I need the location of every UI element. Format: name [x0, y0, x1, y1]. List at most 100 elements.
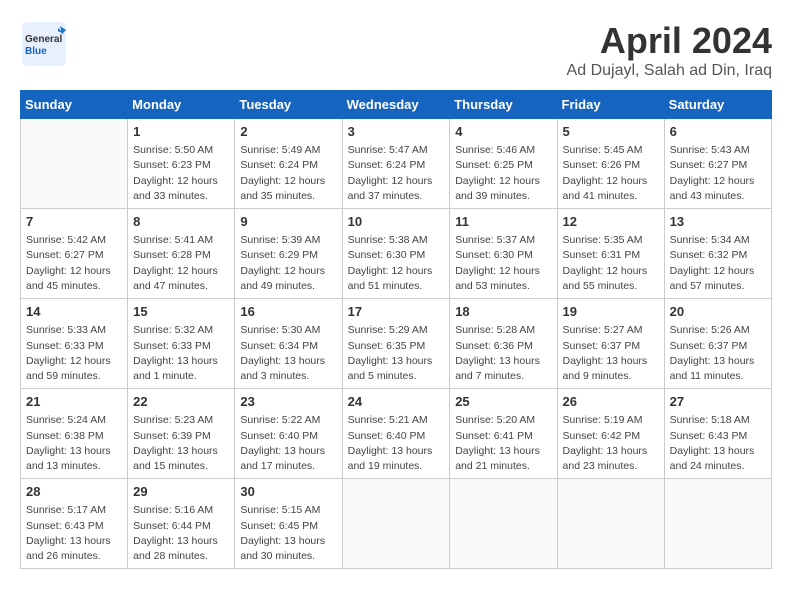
day-info: Sunrise: 5:41 AMSunset: 6:28 PMDaylight:… — [133, 233, 229, 294]
day-info: Sunrise: 5:35 AMSunset: 6:31 PMDaylight:… — [563, 233, 659, 294]
day-info: Sunrise: 5:28 AMSunset: 6:36 PMDaylight:… — [455, 323, 551, 384]
table-row: 17 Sunrise: 5:29 AMSunset: 6:35 PMDayligh… — [342, 299, 450, 389]
col-thursday: Thursday — [450, 91, 557, 119]
day-info: Sunrise: 5:23 AMSunset: 6:39 PMDaylight:… — [133, 413, 229, 474]
day-info: Sunrise: 5:27 AMSunset: 6:37 PMDaylight:… — [563, 323, 659, 384]
calendar-week-row: 14Sunrise: 5:33 AMSunset: 6:33 PMDayligh… — [21, 299, 772, 389]
table-row — [342, 479, 450, 569]
day-info: Sunrise: 5:26 AMSunset: 6:37 PMDaylight:… — [670, 323, 766, 384]
table-row: 2Sunrise: 5:49 AMSunset: 6:24 PMDaylight… — [235, 119, 342, 209]
day-info: Sunrise: 5:50 AMSunset: 6:23 PMDaylight:… — [133, 143, 229, 204]
svg-text:General: General — [25, 34, 62, 45]
day-info: Sunrise: 5:43 AMSunset: 6:27 PMDaylight:… — [670, 143, 766, 204]
day-number: 28 — [26, 483, 122, 501]
day-number: 25 — [455, 393, 551, 411]
table-row: 4 Sunrise: 5:46 AMSunset: 6:25 PMDaylight… — [450, 119, 557, 209]
table-row: 22 Sunrise: 5:23 AMSunset: 6:39 PMDayligh… — [128, 389, 235, 479]
day-info: Sunrise: 5:18 AMSunset: 6:43 PMDaylight:… — [670, 413, 766, 474]
day-number: 4 — [455, 123, 551, 141]
col-tuesday: Tuesday — [235, 91, 342, 119]
table-row: 23 Sunrise: 5:22 AMSunset: 6:40 PMDayligh… — [235, 389, 342, 479]
day-info: Sunrise: 5:47 AMSunset: 6:24 PMDaylight:… — [348, 143, 445, 204]
col-wednesday: Wednesday — [342, 91, 450, 119]
header: General Blue April 2024 Ad Dujayl, Salah… — [20, 20, 772, 80]
table-row: 15 Sunrise: 5:32 AMSunset: 6:33 PMDayligh… — [128, 299, 235, 389]
table-row: 8 Sunrise: 5:41 AMSunset: 6:28 PMDaylight… — [128, 209, 235, 299]
table-row: 25 Sunrise: 5:20 AMSunset: 6:41 PMDayligh… — [450, 389, 557, 479]
table-row: 12 Sunrise: 5:35 AMSunset: 6:31 PMDayligh… — [557, 209, 664, 299]
day-number: 13 — [670, 213, 766, 231]
calendar-week-row: 1 Sunrise: 5:50 AMSunset: 6:23 PMDaylight… — [21, 119, 772, 209]
day-info: Sunrise: 5:34 AMSunset: 6:32 PMDaylight:… — [670, 233, 766, 294]
title-area: April 2024 Ad Dujayl, Salah ad Din, Iraq — [567, 20, 772, 80]
day-number: 12 — [563, 213, 659, 231]
table-row: 29Sunrise: 5:16 AMSunset: 6:44 PMDayligh… — [128, 479, 235, 569]
day-number: 24 — [348, 393, 445, 411]
day-info: Sunrise: 5:32 AMSunset: 6:33 PMDaylight:… — [133, 323, 229, 384]
table-row: 11Sunrise: 5:37 AMSunset: 6:30 PMDayligh… — [450, 209, 557, 299]
page-title: April 2024 — [567, 20, 772, 62]
day-number: 22 — [133, 393, 229, 411]
day-info: Sunrise: 5:46 AMSunset: 6:25 PMDaylight:… — [455, 143, 551, 204]
day-info: Sunrise: 5:38 AMSunset: 6:30 PMDaylight:… — [348, 233, 445, 294]
table-row: 28Sunrise: 5:17 AMSunset: 6:43 PMDayligh… — [21, 479, 128, 569]
table-row: 3 Sunrise: 5:47 AMSunset: 6:24 PMDaylight… — [342, 119, 450, 209]
day-number: 3 — [348, 123, 445, 141]
day-info: Sunrise: 5:21 AMSunset: 6:40 PMDaylight:… — [348, 413, 445, 474]
day-number: 7 — [26, 213, 122, 231]
calendar-week-row: 7 Sunrise: 5:42 AMSunset: 6:27 PMDaylight… — [21, 209, 772, 299]
day-info: Sunrise: 5:16 AMSunset: 6:44 PMDaylight:… — [133, 503, 229, 564]
table-row: 16Sunrise: 5:30 AMSunset: 6:34 PMDayligh… — [235, 299, 342, 389]
day-info: Sunrise: 5:39 AMSunset: 6:29 PMDaylight:… — [240, 233, 336, 294]
table-row: 14Sunrise: 5:33 AMSunset: 6:33 PMDayligh… — [21, 299, 128, 389]
table-row: 7 Sunrise: 5:42 AMSunset: 6:27 PMDaylight… — [21, 209, 128, 299]
col-friday: Friday — [557, 91, 664, 119]
day-number: 19 — [563, 303, 659, 321]
table-row: 13 Sunrise: 5:34 AMSunset: 6:32 PMDayligh… — [664, 209, 771, 299]
day-number: 14 — [26, 303, 122, 321]
table-row: 27Sunrise: 5:18 AMSunset: 6:43 PMDayligh… — [664, 389, 771, 479]
day-number: 21 — [26, 393, 122, 411]
svg-text:Blue: Blue — [25, 46, 47, 57]
day-number: 26 — [563, 393, 659, 411]
table-row: 24 Sunrise: 5:21 AMSunset: 6:40 PMDayligh… — [342, 389, 450, 479]
table-row: 6 Sunrise: 5:43 AMSunset: 6:27 PMDaylight… — [664, 119, 771, 209]
logo: General Blue — [20, 20, 68, 68]
day-number: 10 — [348, 213, 445, 231]
table-row: 5Sunrise: 5:45 AMSunset: 6:26 PMDaylight… — [557, 119, 664, 209]
day-info: Sunrise: 5:29 AMSunset: 6:35 PMDaylight:… — [348, 323, 445, 384]
day-number: 1 — [133, 123, 229, 141]
day-info: Sunrise: 5:19 AMSunset: 6:42 PMDaylight:… — [563, 413, 659, 474]
day-number: 6 — [670, 123, 766, 141]
logo-icon: General Blue — [20, 20, 68, 68]
table-row: 9Sunrise: 5:39 AMSunset: 6:29 PMDaylight… — [235, 209, 342, 299]
col-monday: Monday — [128, 91, 235, 119]
day-info: Sunrise: 5:20 AMSunset: 6:41 PMDaylight:… — [455, 413, 551, 474]
table-row: 21 Sunrise: 5:24 AMSunset: 6:38 PMDayligh… — [21, 389, 128, 479]
day-info: Sunrise: 5:22 AMSunset: 6:40 PMDaylight:… — [240, 413, 336, 474]
calendar-week-row: 28Sunrise: 5:17 AMSunset: 6:43 PMDayligh… — [21, 479, 772, 569]
day-info: Sunrise: 5:37 AMSunset: 6:30 PMDaylight:… — [455, 233, 551, 294]
day-info: Sunrise: 5:24 AMSunset: 6:38 PMDaylight:… — [26, 413, 122, 474]
table-row: 30Sunrise: 5:15 AMSunset: 6:45 PMDayligh… — [235, 479, 342, 569]
day-number: 20 — [670, 303, 766, 321]
col-saturday: Saturday — [664, 91, 771, 119]
table-row: 20 Sunrise: 5:26 AMSunset: 6:37 PMDayligh… — [664, 299, 771, 389]
table-row: 19 Sunrise: 5:27 AMSunset: 6:37 PMDayligh… — [557, 299, 664, 389]
calendar-week-row: 21 Sunrise: 5:24 AMSunset: 6:38 PMDayligh… — [21, 389, 772, 479]
day-number: 17 — [348, 303, 445, 321]
calendar-header-row: Sunday Monday Tuesday Wednesday Thursday… — [21, 91, 772, 119]
table-row — [557, 479, 664, 569]
table-row: 1 Sunrise: 5:50 AMSunset: 6:23 PMDaylight… — [128, 119, 235, 209]
day-number: 15 — [133, 303, 229, 321]
table-row — [450, 479, 557, 569]
day-info: Sunrise: 5:42 AMSunset: 6:27 PMDaylight:… — [26, 233, 122, 294]
day-number: 16 — [240, 303, 336, 321]
day-number: 2 — [240, 123, 336, 141]
table-row: 18 Sunrise: 5:28 AMSunset: 6:36 PMDayligh… — [450, 299, 557, 389]
day-number: 23 — [240, 393, 336, 411]
calendar: Sunday Monday Tuesday Wednesday Thursday… — [20, 90, 772, 569]
day-number: 18 — [455, 303, 551, 321]
day-number: 8 — [133, 213, 229, 231]
table-row: 10 Sunrise: 5:38 AMSunset: 6:30 PMDayligh… — [342, 209, 450, 299]
